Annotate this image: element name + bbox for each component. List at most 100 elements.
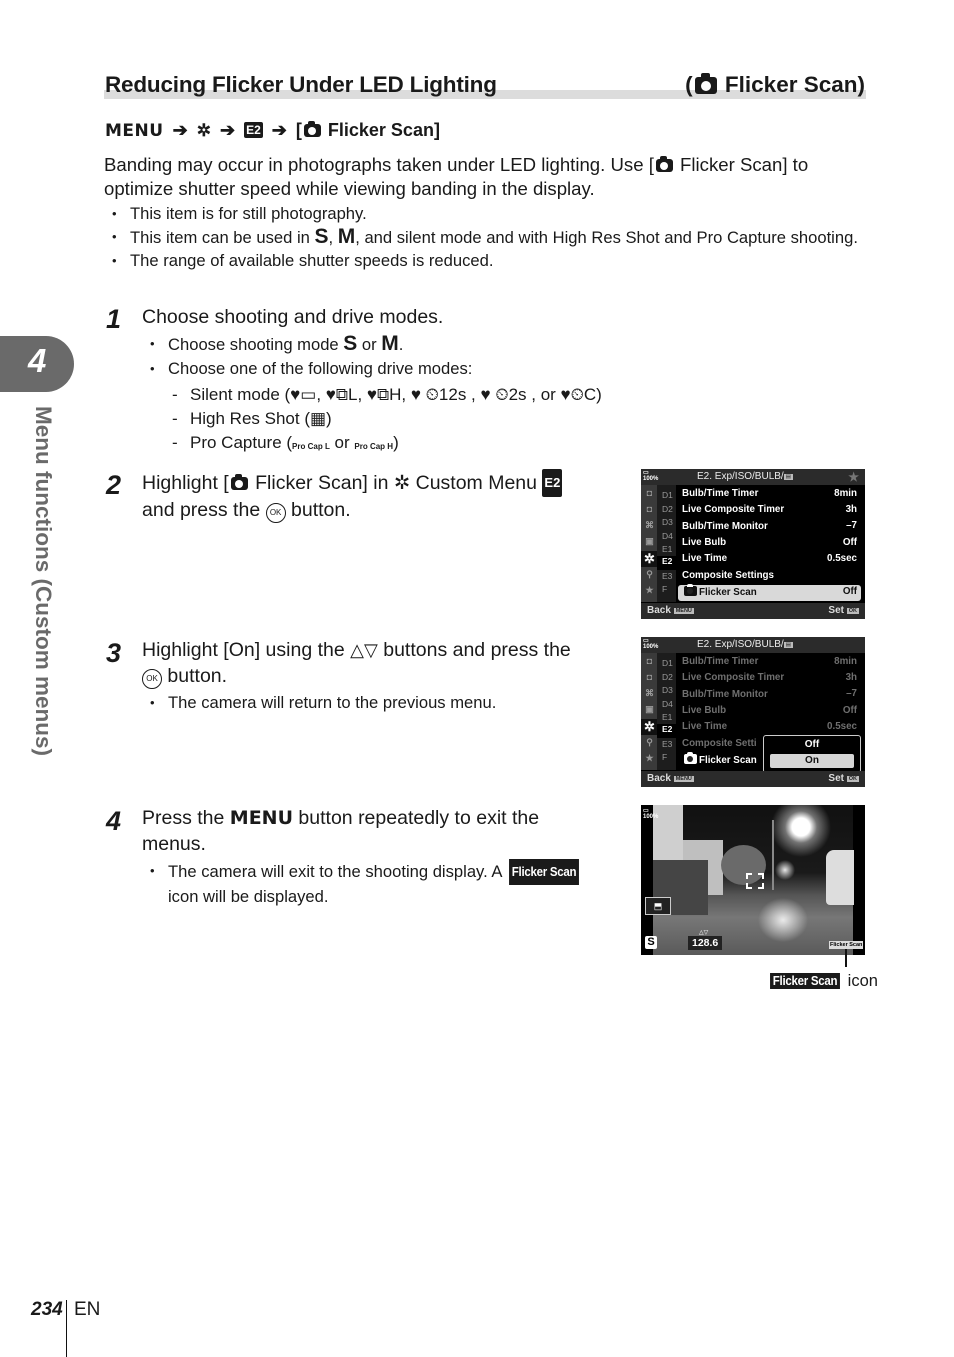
step-number: 4 — [106, 806, 122, 836]
gear-icon: ✲ — [196, 121, 211, 140]
camera-icon — [694, 73, 717, 94]
tab-f[interactable]: F — [662, 584, 667, 594]
menu-row-label[interactable]: Bulb/Time Timer — [682, 488, 758, 499]
tab-d1[interactable]: D1 — [662, 490, 673, 500]
setup-menu-icon[interactable]: ⚲ — [644, 569, 655, 580]
e2-tab-icon: E2 — [542, 469, 563, 497]
callout-line — [845, 949, 847, 967]
up-down-arrows-icon: △▽ — [699, 930, 709, 936]
menu-row-value: Off — [842, 537, 857, 548]
menu-header: ▭ 100% E2. Exp/ISO/BULB/▤ ★ — [641, 469, 865, 485]
shooting-menu-2-icon[interactable]: ◘ — [644, 672, 655, 683]
menu-button-label: MENU — [229, 807, 294, 829]
tab-e2[interactable]: E2 — [657, 556, 676, 570]
tab-e3[interactable]: E3 — [662, 739, 672, 749]
shooting-menu-1-icon[interactable]: ◘ — [644, 656, 655, 667]
playback-menu-icon[interactable]: ▣ — [644, 704, 655, 715]
menu-row-label[interactable]: Live Bulb — [682, 537, 726, 548]
menu-row-value: 3h — [845, 672, 857, 683]
footer-divider — [66, 1300, 67, 1357]
bullet-item: Choose one of the following drive modes: — [150, 357, 630, 381]
tab-d4[interactable]: D4 — [662, 699, 673, 709]
step-1-substeps: Choose shooting mode S or M. Choose one … — [150, 332, 630, 381]
arrow-right-icon: ➔ — [219, 120, 236, 140]
tab-d3[interactable]: D3 — [662, 517, 673, 527]
flicker-scan-indicator: Flicker Scan — [829, 941, 864, 949]
tab-d1[interactable]: D1 — [662, 658, 673, 668]
tab-e1[interactable]: E1 — [662, 712, 672, 722]
setup-menu-icon[interactable]: ⚲ — [644, 737, 655, 748]
intro-bullets: This item is for still photography. This… — [112, 202, 872, 272]
shooting-mode-indicator: S — [645, 936, 657, 949]
callout-label: Flicker Scan icon — [767, 972, 878, 991]
set-hint[interactable]: Set OK — [828, 773, 859, 784]
shooting-menu-2-icon[interactable]: ◘ — [644, 504, 655, 515]
section-title-right: ( Flicker Scan) — [685, 72, 865, 97]
menu-row-value: –7 — [846, 688, 857, 699]
gear-icon: ✲ — [393, 472, 411, 494]
tab-e1[interactable]: E1 — [662, 544, 672, 554]
my-menu-icon[interactable]: ★ — [644, 753, 655, 764]
tab-d3[interactable]: D3 — [662, 685, 673, 695]
option-on-selected[interactable]: On — [770, 754, 854, 768]
af-frame-icon — [746, 873, 764, 889]
language-label: EN — [74, 1299, 101, 1320]
chapter-number: 4 — [28, 342, 47, 379]
step-title: Highlight [ Flicker Scan] in ✲ Custom Me… — [142, 469, 622, 523]
battery-icon: ▭ 100% — [643, 808, 659, 820]
custom-menu-icon[interactable]: ✲ — [641, 719, 658, 735]
menu-row-label: Bulb/Time Timer — [682, 656, 759, 667]
menu-row-label[interactable]: Composite Settings — [682, 570, 774, 581]
step-3-substeps: The camera will return to the previous m… — [150, 691, 620, 715]
drive-modes-list: Silent mode (♥▭, ♥⧉L, ♥⧉H, ♥ ⏲12s , ♥ ⏲2… — [168, 383, 638, 455]
video-menu-icon[interactable]: ⌘ — [644, 688, 655, 699]
back-hint[interactable]: Back MENU — [647, 773, 694, 784]
menu-row-value: 3h — [845, 504, 857, 515]
menu-row-label: Live Bulb — [682, 705, 727, 716]
video-menu-icon[interactable]: ⌘ — [644, 520, 655, 531]
menu-row-label[interactable]: Bulb/Time Monitor — [682, 521, 768, 532]
mode-s-icon: S — [343, 332, 358, 355]
up-down-arrows-icon: △▽ — [350, 640, 378, 660]
step-number: 3 — [106, 638, 122, 668]
arrow-right-icon: ➔ — [271, 120, 287, 140]
shooting-menu-1-icon[interactable]: ◘ — [644, 488, 655, 499]
bullet-item: The range of available shutter speeds is… — [112, 249, 872, 272]
menu-row-value: 0.5sec — [827, 721, 857, 732]
back-hint[interactable]: Back MENU — [647, 605, 694, 616]
menu-row-label-flicker-scan: Flicker Scan — [682, 752, 757, 766]
tab-e2[interactable]: E2 — [657, 724, 676, 738]
mode-m-icon: M — [381, 332, 399, 355]
tab-f[interactable]: F — [662, 752, 667, 762]
menu-title: E2. Exp/ISO/BULB/▤ — [697, 639, 793, 650]
camera-icon — [684, 584, 697, 596]
menu-row-label: Composite Setti — [682, 738, 757, 749]
menu-row-label[interactable]: Live Time — [682, 553, 727, 564]
menu-row-label: Live Composite Timer — [682, 672, 785, 683]
bullet-item: This item can be used in S, M, and silen… — [112, 225, 872, 249]
menu-row-label-flicker-scan[interactable]: Flicker Scan — [682, 584, 757, 598]
mode-s-icon: S — [314, 225, 329, 248]
camera-icon — [655, 156, 673, 172]
battery-icon: ▭ 100% — [643, 470, 659, 482]
playback-menu-icon[interactable]: ▣ — [644, 536, 655, 547]
tab-d4[interactable]: D4 — [662, 531, 673, 541]
menu-row-value: Off — [842, 705, 857, 716]
flicker-scan-badge: Flicker Scan — [770, 973, 841, 989]
section-title: Reducing Flicker Under LED Lighting — [105, 72, 497, 97]
option-off[interactable]: Off — [764, 739, 860, 750]
menu-row-label[interactable]: Live Composite Timer — [682, 504, 784, 515]
photo-car — [826, 850, 854, 905]
ok-button-icon: OK — [265, 503, 286, 523]
bullet-item: This item is for still photography. — [112, 202, 872, 225]
tab-e3[interactable]: E3 — [662, 571, 672, 581]
tab-d2[interactable]: D2 — [662, 672, 673, 682]
my-menu-icon[interactable]: ★ — [644, 585, 655, 596]
camera-icon — [303, 121, 321, 137]
custom-menu-icon[interactable]: ✲ — [641, 551, 658, 567]
star-icon: ★ — [848, 470, 859, 484]
chapter-label: Menu functions (Custom menus) — [31, 406, 56, 756]
camera-icon — [230, 474, 248, 490]
set-hint[interactable]: Set OK — [828, 605, 859, 616]
tab-d2[interactable]: D2 — [662, 504, 673, 514]
